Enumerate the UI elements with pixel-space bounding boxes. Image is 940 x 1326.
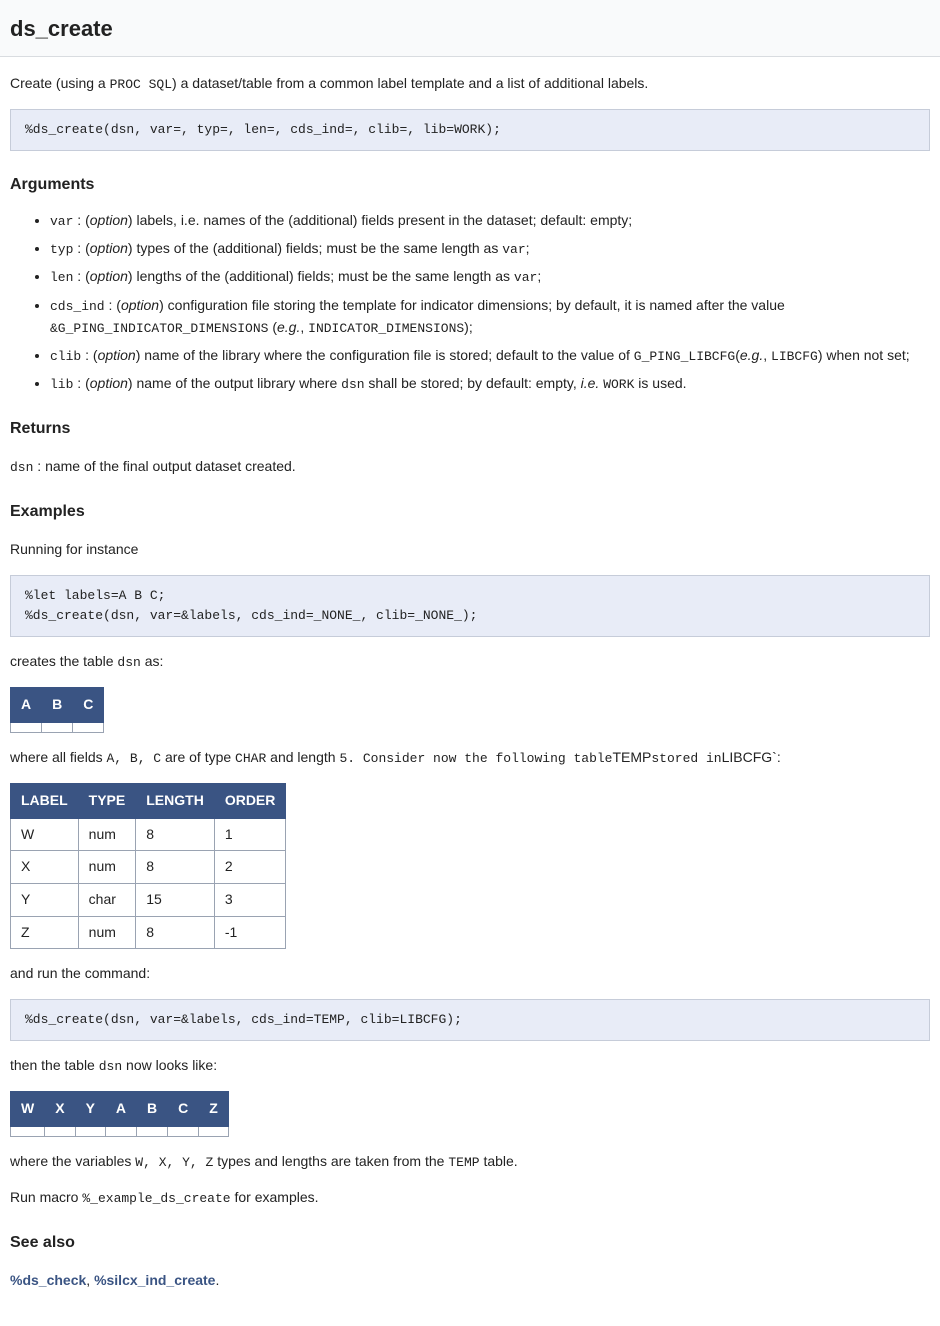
table-header: ORDER bbox=[214, 783, 286, 818]
table-row: Ychar153 bbox=[11, 883, 286, 916]
table-cell: char bbox=[78, 883, 136, 916]
table-row: Xnum82 bbox=[11, 851, 286, 884]
run-macro-paragraph: Run macro %_example_ds_create for exampl… bbox=[10, 1187, 930, 1209]
table-cell: 15 bbox=[136, 883, 215, 916]
where2-paragraph: where the variables W, X, Y, Z types and… bbox=[10, 1151, 930, 1173]
table-cell bbox=[199, 1126, 229, 1136]
table-cell bbox=[75, 1126, 105, 1136]
arguments-heading: Arguments bbox=[10, 173, 930, 198]
returns-heading: Returns bbox=[10, 417, 930, 442]
table-cell bbox=[11, 1126, 45, 1136]
table-cell: 2 bbox=[214, 851, 286, 884]
table-cell: 8 bbox=[136, 818, 215, 851]
argument-name: var bbox=[50, 214, 73, 229]
table-header: LENGTH bbox=[136, 783, 215, 818]
where-paragraph: where all fields A, B, C are of type CHA… bbox=[10, 747, 930, 769]
argument-name: lib bbox=[50, 377, 73, 392]
signature-codeblock: %ds_create(dsn, var=, typ=, len=, cds_in… bbox=[10, 109, 930, 151]
table-cell: 8 bbox=[136, 851, 215, 884]
argument-item: len : (option) lengths of the (additiona… bbox=[50, 266, 930, 288]
table-cell: 8 bbox=[136, 916, 215, 949]
returns-paragraph: dsn : name of the final output dataset c… bbox=[10, 456, 930, 478]
table-cell bbox=[11, 722, 42, 732]
returns-code: dsn bbox=[10, 460, 33, 475]
see-also-heading: See also bbox=[10, 1231, 930, 1256]
then-prefix: then the table bbox=[10, 1057, 99, 1073]
run-macro-prefix: Run macro bbox=[10, 1189, 82, 1205]
argument-name: cds_ind bbox=[50, 299, 105, 314]
argument-item: clib : (option) name of the library wher… bbox=[50, 345, 930, 367]
table-cell bbox=[137, 1126, 168, 1136]
table-cell: 3 bbox=[214, 883, 286, 916]
table-header: B bbox=[137, 1092, 168, 1127]
table-cell: -1 bbox=[214, 916, 286, 949]
table-header: B bbox=[42, 688, 73, 723]
intro-code: PROC SQL bbox=[110, 77, 172, 92]
table-cell bbox=[42, 722, 73, 732]
table-cell: num bbox=[78, 818, 136, 851]
table-row: Znum8-1 bbox=[11, 916, 286, 949]
intro-paragraph: Create (using a PROC SQL) a dataset/tabl… bbox=[10, 73, 930, 95]
see-also-paragraph: %ds_check, %silcx_ind_create. bbox=[10, 1270, 930, 1292]
intro-prefix: Create (using a bbox=[10, 75, 110, 91]
example-code-1: %let labels=A B C; %ds_create(dsn, var=&… bbox=[10, 575, 930, 637]
table-cell bbox=[105, 1126, 136, 1136]
creates-suffix: as: bbox=[141, 653, 164, 669]
see-also-link[interactable]: %silcx_ind_create bbox=[94, 1272, 215, 1288]
argument-name: clib bbox=[50, 349, 81, 364]
then-paragraph: then the table dsn now looks like: bbox=[10, 1055, 930, 1077]
table-cell: 1 bbox=[214, 818, 286, 851]
table-cell: W bbox=[11, 818, 79, 851]
table-header: X bbox=[45, 1092, 75, 1127]
argument-name: typ bbox=[50, 242, 73, 257]
argument-name: len bbox=[50, 270, 73, 285]
examples-intro: Running for instance bbox=[10, 539, 930, 561]
table-header: A bbox=[11, 688, 42, 723]
returns-text: : name of the final output dataset creat… bbox=[33, 458, 295, 474]
table-header: Y bbox=[75, 1092, 105, 1127]
argument-item: typ : (option) types of the (additional)… bbox=[50, 238, 930, 260]
table-cell bbox=[45, 1126, 75, 1136]
table-cell: Y bbox=[11, 883, 79, 916]
argument-item: lib : (option) name of the output librar… bbox=[50, 373, 930, 395]
table-header: C bbox=[73, 688, 104, 723]
page-title: ds_create bbox=[10, 12, 930, 46]
creates-code: dsn bbox=[117, 655, 140, 670]
table-header: C bbox=[168, 1092, 199, 1127]
table-header: Z bbox=[199, 1092, 229, 1127]
examples-heading: Examples bbox=[10, 500, 930, 525]
creates-paragraph: creates the table dsn as: bbox=[10, 651, 930, 673]
argument-item: var : (option) labels, i.e. names of the… bbox=[50, 210, 930, 232]
table-cell: num bbox=[78, 851, 136, 884]
example-table-2: LABELTYPELENGTHORDERWnum81Xnum82Ychar153… bbox=[10, 783, 286, 949]
table-cell bbox=[73, 722, 104, 732]
run-macro-code: %_example_ds_create bbox=[82, 1191, 230, 1206]
example-table-3: WXYABCZ bbox=[10, 1091, 229, 1137]
table-cell bbox=[168, 1126, 199, 1136]
run-macro-suffix: for examples. bbox=[231, 1189, 319, 1205]
table-cell: Z bbox=[11, 916, 79, 949]
example-table-1: ABC bbox=[10, 687, 104, 733]
table-header: TYPE bbox=[78, 783, 136, 818]
argument-item: cds_ind : (option) configuration file st… bbox=[50, 295, 930, 339]
table-cell: X bbox=[11, 851, 79, 884]
example-code-2: %ds_create(dsn, var=&labels, cds_ind=TEM… bbox=[10, 999, 930, 1041]
table-header: LABEL bbox=[11, 783, 79, 818]
then-code: dsn bbox=[99, 1059, 122, 1074]
and-run-paragraph: and run the command: bbox=[10, 963, 930, 985]
table-header: W bbox=[11, 1092, 45, 1127]
table-header: A bbox=[105, 1092, 136, 1127]
then-suffix: now looks like: bbox=[122, 1057, 217, 1073]
see-also-link[interactable]: %ds_check bbox=[10, 1272, 86, 1288]
creates-prefix: creates the table bbox=[10, 653, 117, 669]
arguments-list: var : (option) labels, i.e. names of the… bbox=[10, 210, 930, 395]
table-row: Wnum81 bbox=[11, 818, 286, 851]
intro-suffix: ) a dataset/table from a common label te… bbox=[172, 75, 648, 91]
title-bar: ds_create bbox=[0, 0, 940, 57]
table-cell: num bbox=[78, 916, 136, 949]
